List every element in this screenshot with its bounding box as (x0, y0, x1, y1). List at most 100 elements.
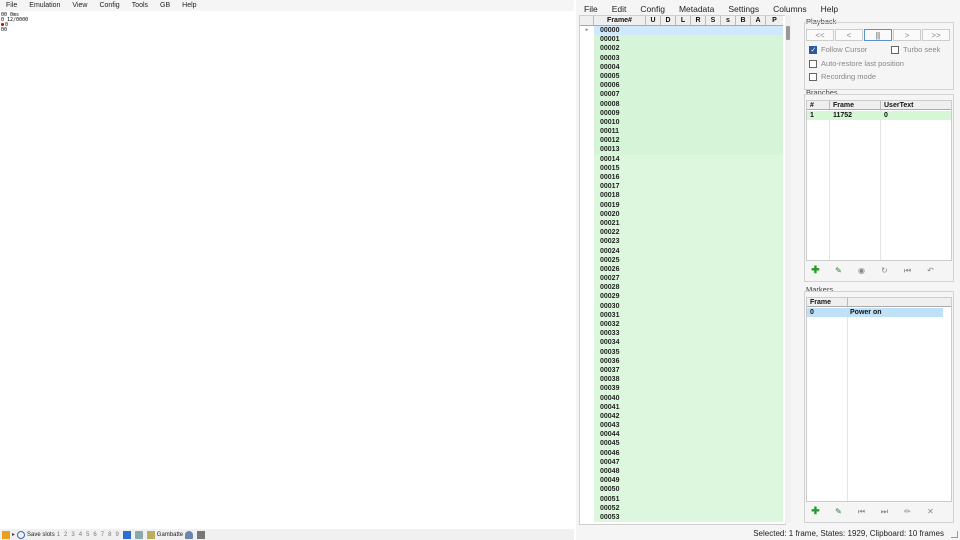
checkbox-box[interactable] (809, 59, 817, 68)
sound-icon[interactable] (134, 530, 143, 539)
input-cells[interactable] (646, 356, 783, 366)
frame-advance-button[interactable]: > (893, 29, 921, 41)
resize-grip[interactable] (951, 531, 958, 538)
input-cells[interactable] (646, 430, 783, 440)
frame-row[interactable]: 00005 (580, 71, 783, 82)
input-cells[interactable] (646, 90, 783, 100)
frame-row[interactable]: 00032 (580, 320, 783, 330)
menu-gb[interactable]: GB (154, 2, 176, 9)
slot-6[interactable]: 6 (93, 532, 96, 538)
column-header-a[interactable]: A (751, 16, 766, 25)
input-cells[interactable] (646, 62, 783, 72)
input-cells[interactable] (646, 365, 783, 376)
input-cells[interactable] (646, 439, 783, 449)
branches-col-frame[interactable]: Frame (830, 101, 881, 110)
input-cells[interactable] (646, 53, 783, 63)
menu-tools[interactable]: Tools (126, 2, 154, 9)
slot-1[interactable]: 1 (57, 532, 60, 538)
input-cells[interactable] (646, 411, 783, 422)
frame-row[interactable]: 00012 (580, 136, 783, 146)
frame-row[interactable]: 00008 (580, 99, 783, 109)
column-header-b[interactable]: B (736, 16, 751, 25)
column-header-left[interactable]: L (676, 16, 691, 25)
input-cells[interactable] (646, 228, 783, 238)
prev-marker-icon[interactable]: ⏮ (854, 505, 869, 518)
frame-row[interactable]: 00014 (580, 154, 783, 164)
slot-2[interactable]: 2 (64, 532, 67, 538)
input-cells[interactable] (646, 81, 783, 91)
frame-row[interactable]: 00038 (580, 375, 783, 385)
pause-button[interactable]: || (864, 29, 892, 41)
frame-row[interactable]: 00006 (580, 81, 783, 91)
frame-row[interactable]: 00013 (580, 145, 783, 155)
slot-0-icon[interactable] (122, 530, 131, 539)
frame-row[interactable]: 00025 (580, 255, 783, 265)
input-cells[interactable] (646, 117, 783, 128)
input-cells[interactable] (646, 503, 783, 513)
frame-row[interactable]: 00017 (580, 182, 783, 192)
undo-branch-icon[interactable]: ↶ (923, 264, 938, 277)
input-cells[interactable] (646, 457, 783, 467)
column-header-start[interactable]: S (706, 16, 721, 25)
frame-row[interactable]: 00048 (580, 467, 783, 477)
input-cells[interactable] (646, 384, 783, 394)
frame-row[interactable]: 00011 (580, 127, 783, 137)
frame-row[interactable]: 00040 (580, 393, 783, 403)
slot-9[interactable]: 9 (115, 532, 118, 538)
edit-marker-icon[interactable]: ✎ (831, 505, 846, 518)
follow-cursor-checkbox[interactable]: Follow Cursor (809, 45, 867, 54)
input-cells[interactable] (646, 393, 783, 403)
auto-restore-checkbox[interactable]: Auto-restore last position (809, 59, 904, 68)
frame-row[interactable]: 00037 (580, 365, 783, 376)
update-branch-icon[interactable]: ✎ (831, 264, 846, 277)
jump-branch-icon[interactable]: ⏮ (900, 264, 915, 277)
frame-row[interactable]: 00044 (580, 430, 783, 440)
input-cells[interactable] (646, 274, 783, 284)
input-cells[interactable] (646, 99, 783, 109)
input-cells[interactable] (646, 108, 783, 118)
frame-row[interactable]: 00042 (580, 411, 783, 422)
remove-marker-icon[interactable]: ✕ (923, 505, 938, 518)
frame-row[interactable]: 00023 (580, 237, 783, 247)
input-cells[interactable] (646, 448, 783, 458)
game-screen[interactable]: 00 0ms 0 12/0000 0 00 (0, 11, 574, 528)
input-cells[interactable] (646, 191, 783, 201)
input-cells[interactable] (646, 512, 783, 523)
frame-row[interactable]: 00019 (580, 200, 783, 210)
branches-table[interactable]: # Frame UserText 1 11752 0 (806, 100, 952, 261)
frame-row[interactable]: 00026 (580, 264, 783, 275)
frame-row[interactable]: 00027 (580, 274, 783, 284)
frame-row[interactable]: 00010 (580, 117, 783, 128)
frame-row[interactable]: 00036 (580, 356, 783, 366)
reload-branch-icon[interactable]: ↻ (877, 264, 892, 277)
menu-view[interactable]: View (66, 2, 93, 9)
branches-col-num[interactable]: # (807, 101, 830, 110)
frame-row[interactable]: 00016 (580, 173, 783, 183)
load-branch-icon[interactable]: ◉ (854, 264, 869, 277)
input-cells[interactable] (646, 35, 783, 45)
input-cells[interactable] (646, 209, 783, 219)
checkbox-box[interactable] (891, 45, 899, 54)
input-cells[interactable] (646, 218, 783, 229)
frame-row[interactable]: ▸ 00000 (580, 26, 783, 36)
input-cells[interactable] (646, 237, 783, 247)
input-cells[interactable] (646, 320, 783, 330)
marker-row[interactable]: 0 Power on (807, 308, 943, 317)
frame-row[interactable]: 00029 (580, 292, 783, 302)
input-cells[interactable] (646, 255, 783, 265)
frame-row[interactable]: 00053 (580, 512, 783, 523)
frame-row[interactable]: 00049 (580, 476, 783, 486)
input-cells[interactable] (646, 246, 783, 256)
frame-row[interactable]: 00015 (580, 163, 783, 173)
input-cells[interactable] (646, 347, 783, 357)
frame-row[interactable]: 00028 (580, 283, 783, 293)
frame-row[interactable]: 00021 (580, 218, 783, 229)
piano-roll-scrollbar[interactable] (785, 15, 791, 523)
input-cells[interactable] (646, 310, 783, 320)
tas-menu-metadata[interactable]: Metadata (671, 4, 720, 14)
slot-7[interactable]: 7 (101, 532, 104, 538)
frame-row[interactable]: 00047 (580, 457, 783, 467)
menu-emulation[interactable]: Emulation (23, 2, 66, 9)
column-header-frame[interactable]: Frame# (594, 16, 646, 25)
input-cells[interactable] (646, 421, 783, 431)
